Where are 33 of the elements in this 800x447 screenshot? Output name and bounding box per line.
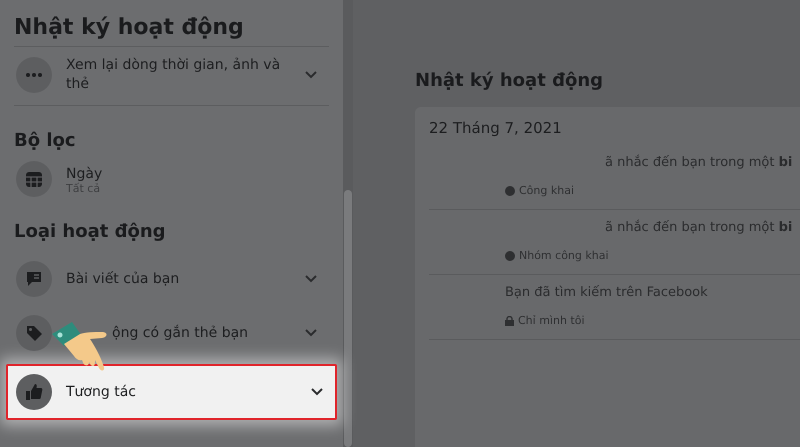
privacy-label: Chỉ mình tôi	[505, 314, 800, 327]
lock-icon	[505, 316, 514, 326]
item-label: Xem lại dòng thời gian, ảnh và thẻ	[66, 56, 282, 94]
page-title: Nhật ký hoạt động	[415, 70, 604, 91]
filter-label: Ngày	[66, 166, 102, 182]
chevron-down-icon	[311, 388, 323, 396]
chevron-down-icon	[305, 71, 317, 79]
activity-entry[interactable]: Bạn đã tìm kiếm trên Facebook Chỉ mình tôi	[429, 275, 800, 340]
item-label: Tương tác	[66, 384, 137, 400]
sidebar-item[interactable]: Xem lại dòng thời gian, ảnh và thẻ	[14, 47, 329, 103]
sidebar-title: Nhật ký hoạt động	[14, 14, 245, 42]
tag-icon	[25, 324, 43, 342]
entry-text: ã nhắc đến bạn trong một bi	[605, 220, 794, 235]
activity-entry[interactable]: ã nhắc đến bạn trong một bi Công khai	[429, 145, 800, 210]
section-heading: Loại hoạt động	[14, 221, 167, 242]
scrollbar-thumb[interactable]	[344, 190, 352, 447]
sidebar-item[interactable]: Bài viết của bạn	[14, 254, 329, 304]
thumbs-up-icon	[25, 383, 43, 401]
privacy-label: Công khai	[505, 184, 800, 197]
calendar-icon	[25, 170, 43, 188]
activity-entry[interactable]: ã nhắc đến bạn trong một bi Nhóm công khai	[429, 210, 800, 275]
chevron-down-icon	[305, 275, 317, 283]
section-heading: Bộ lọc	[14, 130, 77, 151]
privacy-label: Nhóm công khai	[505, 249, 800, 262]
date-heading: 22 Tháng 7, 2021	[429, 119, 563, 137]
item-label: Bài viết của bạn	[66, 271, 180, 287]
more-icon	[26, 73, 42, 77]
sidebar-item[interactable]: Tương tác	[6, 364, 337, 420]
chevron-down-icon	[305, 329, 317, 337]
speech-bubble-icon	[25, 270, 43, 288]
item-label: ộng có gắn thẻ bạn	[111, 325, 250, 341]
entry-text: ã nhắc đến bạn trong một bi	[605, 155, 794, 170]
entry-text: Bạn đã tìm kiếm trên Facebook	[505, 285, 709, 300]
